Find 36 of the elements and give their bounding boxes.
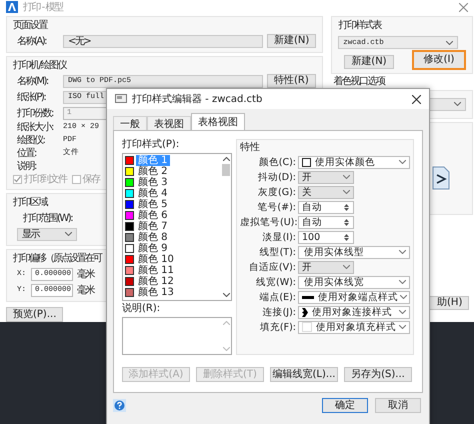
property-label: 笔号(#): — [256, 200, 296, 214]
field-label: 绘图仪: — [16, 135, 46, 146]
property-label: 线型(T): — [258, 246, 296, 258]
field-label: 说明: — [16, 161, 38, 172]
property-label: 灰度(G): — [257, 186, 296, 198]
property-label: 端点(E): — [258, 290, 296, 304]
group-title: 打印样式表 — [338, 20, 381, 32]
property-label: 颜色(C): — [258, 156, 296, 168]
checkbox-label: 保存 — [82, 174, 100, 185]
field-label: 纸张大小: — [16, 122, 54, 133]
description-label: 说明(R): — [122, 303, 162, 315]
group-title: 打印机/绘图仪 — [13, 60, 66, 72]
window-title: 打印 - 模型 — [23, 0, 62, 14]
group-title: 打印区域 — [13, 197, 47, 209]
group-title: 特性 — [240, 142, 261, 154]
property-label: 线宽(W): — [254, 276, 296, 288]
field-label: 名称(M): — [16, 75, 50, 88]
unit-label: 毫米 — [77, 284, 94, 297]
property-label: 填充(F): — [258, 320, 296, 334]
checkbox-label: 打印到文件 — [24, 174, 66, 185]
property-label: 自适应(V): — [248, 260, 296, 274]
group-title: 着色视口选项 — [332, 76, 384, 87]
field-label: 名称(A): — [16, 35, 48, 48]
property-label: 淡显(I): — [262, 230, 296, 244]
field-label: 打印范围(W): — [22, 212, 72, 225]
property-label: 连接(J): — [262, 306, 296, 318]
field-label: 位置: — [16, 148, 38, 159]
property-label: 虚拟笔号(U): — [240, 216, 296, 228]
list-label: 打印样式(P): — [122, 139, 180, 151]
unit-label: 毫米 — [77, 268, 94, 281]
window-title: 打印样式编辑器 - zwcad.ctb — [132, 92, 262, 106]
group-title: 打印偏移（原点设置在可 — [13, 253, 101, 265]
field-label: 打印份数: — [16, 106, 54, 120]
field-label: 纸张(P): — [16, 90, 47, 104]
property-label: 抖动(D): — [257, 170, 296, 184]
group-title: 页面设置 — [13, 20, 47, 32]
